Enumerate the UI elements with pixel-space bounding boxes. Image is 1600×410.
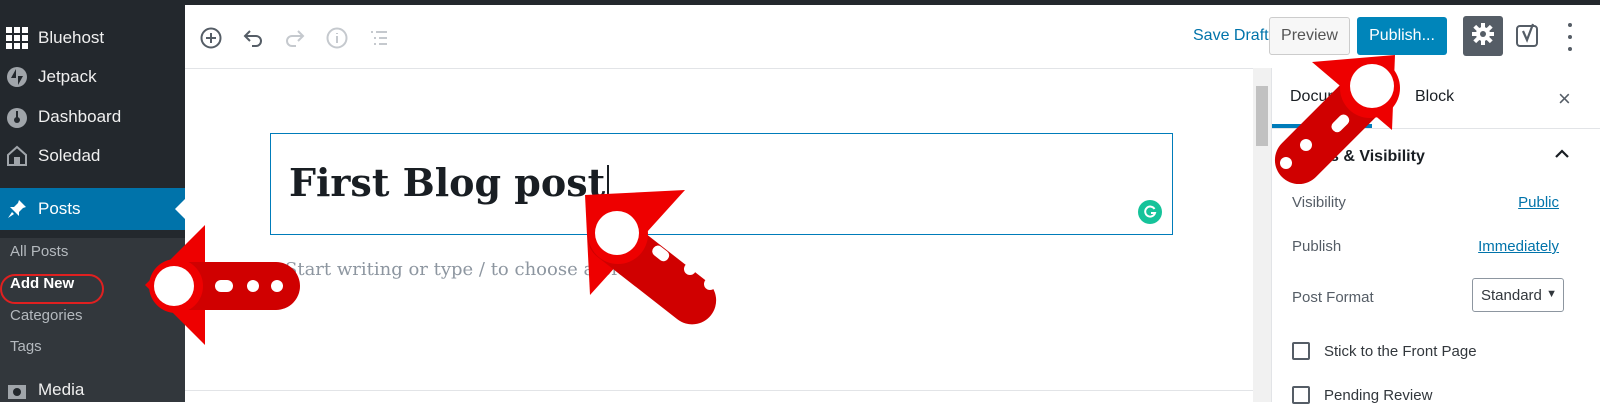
sidebar-item-bluehost[interactable]: Bluehost: [0, 18, 185, 58]
active-indicator: [175, 199, 185, 219]
preview-button[interactable]: Preview: [1269, 17, 1350, 55]
status-visibility-heading[interactable]: Status & Visibility: [1290, 148, 1425, 166]
stick-front-page-checkbox[interactable]: [1292, 342, 1310, 360]
yoast-button[interactable]: y: [1515, 21, 1543, 51]
admin-sidebar: Bluehost Jetpack Dashboard Soledad Posts…: [0, 5, 185, 402]
pin-icon: [5, 197, 29, 221]
sidebar-item-label: Posts: [38, 199, 81, 218]
sidebar-item-label: Soledad: [38, 146, 101, 165]
dropdown-arrow-icon: ▼: [1546, 288, 1557, 300]
sidebar-item-label: Media: [38, 380, 85, 399]
jetpack-icon: [5, 65, 29, 89]
publish-label: Publish: [1292, 238, 1342, 255]
active-tab-indicator: [1272, 124, 1372, 128]
publish-button[interactable]: Publish...: [1357, 17, 1447, 55]
outline-icon[interactable]: [366, 25, 392, 51]
sidebar-item-jetpack[interactable]: Jetpack: [0, 57, 185, 97]
add-new-highlight-circle: [0, 274, 104, 304]
grammarly-icon[interactable]: [1138, 200, 1162, 224]
media-icon: [5, 378, 29, 402]
post-title-text: First Blog post: [289, 160, 606, 205]
more-options-icon[interactable]: [1565, 23, 1575, 51]
pending-review-checkbox[interactable]: [1292, 386, 1310, 404]
soledad-icon: [5, 144, 29, 168]
tab-block[interactable]: Block: [1415, 88, 1454, 106]
post-format-label: Post Format: [1292, 289, 1374, 306]
pending-review-label[interactable]: Pending Review: [1324, 387, 1432, 404]
post-format-select[interactable]: Standard ▼: [1472, 278, 1564, 312]
add-block-icon[interactable]: [198, 25, 224, 51]
text-caret: [607, 164, 610, 209]
panel-tabs: Document Block ×: [1272, 68, 1600, 129]
close-icon[interactable]: ×: [1558, 86, 1571, 112]
undo-icon[interactable]: [240, 25, 266, 51]
sidebar-item-label: Jetpack: [38, 67, 97, 86]
sidebar-item-media[interactable]: Media: [0, 370, 185, 410]
block-editor: Save Draft Preview Publish... y First Bl…: [185, 5, 1600, 404]
divider: [185, 390, 1253, 391]
dashboard-icon: [5, 105, 29, 129]
publish-date-link[interactable]: Immediately: [1478, 238, 1559, 255]
block-placeholder[interactable]: Start writing or type / to choose a bloc…: [285, 259, 649, 280]
redo-icon[interactable]: [282, 25, 308, 51]
grid-icon: [5, 26, 29, 50]
scrollbar-thumb[interactable]: [1256, 86, 1268, 146]
sidebar-item-posts[interactable]: Posts: [0, 188, 185, 230]
post-format-value: Standard: [1481, 286, 1542, 304]
editor-toolbar: Save Draft Preview Publish... y: [185, 5, 1600, 69]
visibility-label: Visibility: [1292, 194, 1346, 211]
submenu-all-posts[interactable]: All Posts: [10, 243, 68, 260]
editor-scrollbar[interactable]: [1253, 68, 1271, 402]
info-icon[interactable]: [324, 25, 350, 51]
tab-document[interactable]: Document: [1290, 88, 1363, 106]
sidebar-item-label: Dashboard: [38, 107, 122, 126]
visibility-link[interactable]: Public: [1518, 194, 1559, 211]
settings-panel: Document Block × Status & Visibility Vis…: [1271, 68, 1600, 404]
submenu-tags[interactable]: Tags: [10, 338, 42, 355]
sidebar-item-soledad[interactable]: Soledad: [0, 136, 185, 176]
settings-button[interactable]: [1463, 16, 1503, 56]
stick-front-page-label[interactable]: Stick to the Front Page: [1324, 343, 1477, 360]
post-title-field[interactable]: First Blog post: [270, 133, 1173, 235]
submenu-categories[interactable]: Categories: [10, 307, 83, 324]
gear-icon: [1472, 22, 1494, 50]
sidebar-item-label: Bluehost: [38, 28, 105, 47]
save-draft-link[interactable]: Save Draft: [1193, 27, 1269, 45]
chevron-up-icon[interactable]: [1554, 146, 1570, 164]
sidebar-item-dashboard[interactable]: Dashboard: [0, 97, 185, 137]
